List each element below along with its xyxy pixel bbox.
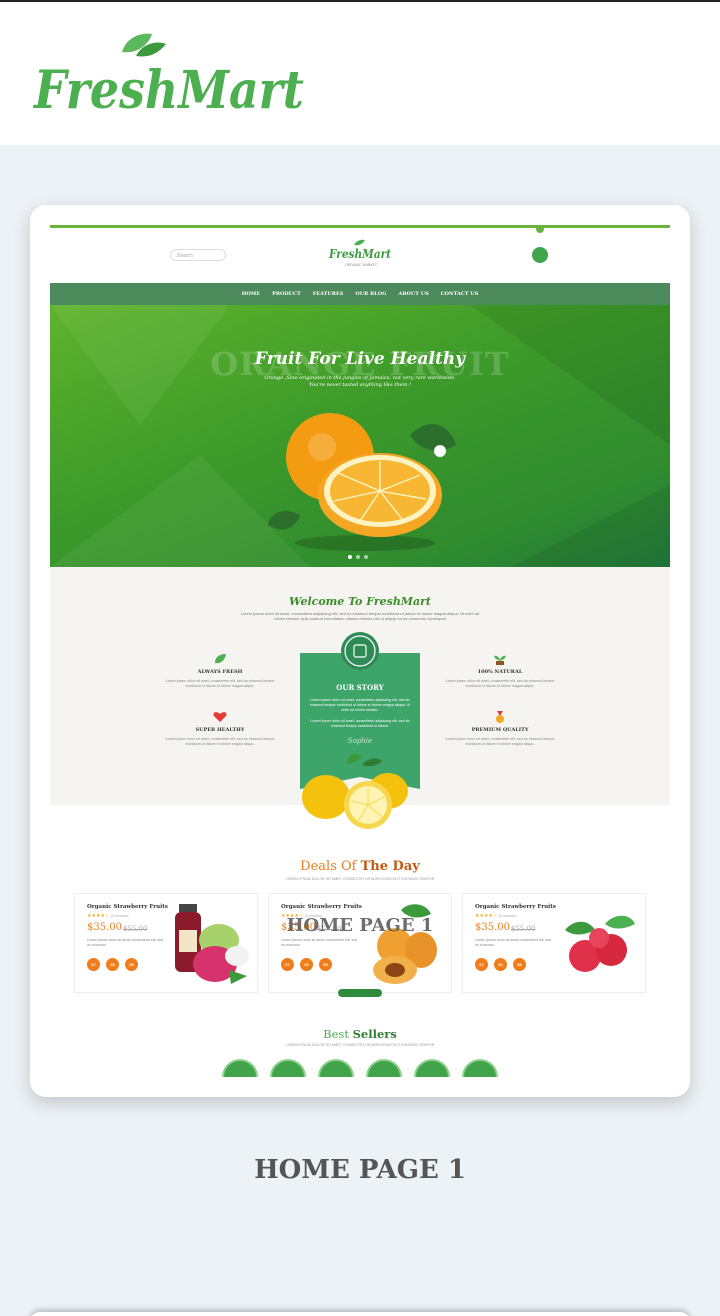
countdown: 67 30 55: [475, 958, 526, 971]
countdown-value: 30: [300, 958, 313, 971]
feature-natural: 100% NATURAL Lorem ipsum dolor sit amet,…: [445, 653, 555, 689]
preview-logo-text: FreshMart: [328, 247, 391, 261]
hero-subtitle-line: Orange ,Sino originated in the jungles o…: [264, 375, 456, 381]
juice-dragonfruit-image: [175, 904, 249, 984]
category-circle: [270, 1059, 306, 1077]
story-badge-icon: [341, 632, 379, 670]
lemons-image: [302, 753, 408, 829]
best-title-bold: Sellers: [352, 1027, 397, 1041]
preview-nav-item: HOME: [241, 291, 261, 297]
apricot-image: [373, 904, 437, 984]
logo-text: FreshMart: [32, 60, 304, 120]
product-name: Organic Strawberry Fruits: [475, 904, 556, 910]
story-title: OUR STORY: [336, 683, 384, 692]
feature-desc: Lorem ipsum dolor sit amet, consectetur …: [445, 679, 555, 688]
site-header: FreshMart: [0, 2, 720, 145]
slider-dot: [356, 555, 360, 559]
page-caption[interactable]: HOME PAGE 1: [0, 1155, 720, 1185]
preview-nav: HOME PRODUCT FEATURES OUR BLOG ABOUT US …: [50, 283, 670, 305]
preview-search-input: Search: [170, 249, 226, 261]
feature-always-fresh: ALWAYS FRESH Lorem ipsum dolor sit amet,…: [165, 653, 275, 689]
preview-nav-item: FEATURES: [312, 291, 344, 297]
preview-overlay-label: HOME PAGE 1: [286, 915, 434, 936]
feature-desc: Lorem ipsum dolor sit amet, consectetur …: [165, 679, 275, 688]
category-circles: [222, 1059, 498, 1077]
story-signature: Sophie: [347, 737, 373, 745]
hero-slider-dots: [348, 555, 368, 559]
best-title-light: Best: [323, 1027, 349, 1041]
welcome-title: Welcome To FreshMart: [288, 595, 431, 608]
hero-subtitle: Orange ,Sino originated in the jungles o…: [50, 375, 670, 389]
preview-nav-item: PRODUCT: [272, 291, 301, 297]
product-name: Organic Strawberry Fruits: [87, 904, 168, 910]
countdown-value: 30: [494, 958, 507, 971]
preview-cart-icon: [532, 247, 548, 263]
preview-hero: ORANGE FRUIT Fruit For Live Healthy Oran…: [50, 305, 670, 567]
hero-subtitle-line: You're never tasted anything like them !: [309, 382, 411, 388]
hero-title: Fruit For Live Healthy: [254, 349, 466, 369]
feature-title: SUPER HEALTHY: [195, 727, 245, 733]
story-text: Lorem ipsum dolor sit amet, consectetur …: [310, 719, 410, 728]
product-desc: Lorem ipsum dolor sit amet consectetur e…: [475, 938, 552, 947]
deals-title: Deals Of The Day: [50, 859, 670, 874]
feature-desc: Lorem ipsum dolor sit amet, consectetur …: [165, 737, 275, 746]
sprout-icon: [494, 655, 506, 665]
feature-title: 100% NATURAL: [477, 669, 523, 675]
category-circle: [318, 1059, 354, 1077]
feature-desc: Lorem ipsum dolor sit amet, consectetur …: [445, 737, 555, 746]
deals-subtitle: LOREM IPSUM DOLOR SIT AMET CONSECTETUR A…: [285, 877, 435, 881]
deals-title-bold: The Day: [360, 859, 420, 874]
deal-product-card: Organic Strawberry Fruits ★★★★☆ (3 revie…: [74, 893, 258, 993]
countdown-value: 67: [281, 958, 294, 971]
medal-icon: [496, 711, 504, 723]
raspberry-image: [565, 915, 635, 972]
template-preview-card[interactable]: Search FreshMart ORGANIC MARKET HOME PRO…: [30, 205, 690, 1097]
deal-product-card: Organic Strawberry Fruits ★★★★☆ (3 revie…: [268, 893, 452, 993]
product-desc: Lorem ipsum dolor sit amet consectetur e…: [281, 938, 358, 947]
best-sellers-subtitle: LOREM IPSUM DOLOR SIT AMET CONSECTETUR A…: [285, 1043, 435, 1047]
preview-nav-item: OUR BLOG: [355, 291, 387, 297]
feature-super-healthy: SUPER HEALTHY Lorem ipsum dolor sit amet…: [165, 711, 275, 747]
best-sellers-title: Best Sellers: [50, 1027, 670, 1041]
preview-nav-item: CONTACT US: [440, 291, 479, 297]
feature-title: PREMIUM QUALITY: [471, 727, 529, 733]
countdown-value: 55: [125, 958, 138, 971]
countdown: 67 30 55: [87, 958, 138, 971]
next-preview-card[interactable]: [30, 1312, 690, 1316]
deal-product-card: Organic Strawberry Fruits ★★★★☆ (3 revie…: [462, 893, 646, 993]
countdown-value: 55: [319, 958, 332, 971]
heart-icon: [213, 712, 227, 722]
orange-image: [268, 413, 456, 551]
countdown-value: 30: [106, 958, 119, 971]
category-circle: [462, 1059, 498, 1077]
countdown-value: 67: [475, 958, 488, 971]
category-circle: [366, 1059, 402, 1077]
preview-logo: FreshMart ORGANIC MARKET: [328, 239, 391, 267]
countdown-value: 55: [513, 958, 526, 971]
slider-dot: [348, 555, 352, 559]
welcome-text: Lorem Ipsum dolor sit amet, consectetur …: [240, 611, 480, 621]
preview-logo-tagline: ORGANIC MARKET: [345, 263, 378, 267]
category-circle: [222, 1059, 258, 1077]
preview-top-dot: [536, 225, 544, 233]
story-text: Lorem ipsum dolor sit amet, consectetur …: [309, 698, 411, 712]
deals-pager: [338, 989, 382, 997]
leaf-icon: [215, 654, 226, 664]
countdown-value: 67: [87, 958, 100, 971]
homepage-screenshot: Search FreshMart ORGANIC MARKET HOME PRO…: [50, 225, 670, 1077]
slider-dot: [364, 555, 368, 559]
countdown: 67 30 55: [281, 958, 332, 971]
feature-title: ALWAYS FRESH: [197, 669, 243, 675]
category-circle: [414, 1059, 450, 1077]
feature-premium-quality: PREMIUM QUALITY Lorem ipsum dolor sit am…: [445, 711, 555, 747]
product-desc: Lorem ipsum dolor sit amet consectetur e…: [87, 938, 164, 947]
product-name: Organic Strawberry Fruits: [281, 904, 362, 910]
preview-nav-item: ABOUT US: [398, 291, 429, 297]
preview-top-line: [50, 225, 670, 228]
freshmart-logo[interactable]: FreshMart: [30, 30, 310, 120]
deals-title-light: Deals Of: [300, 859, 357, 874]
